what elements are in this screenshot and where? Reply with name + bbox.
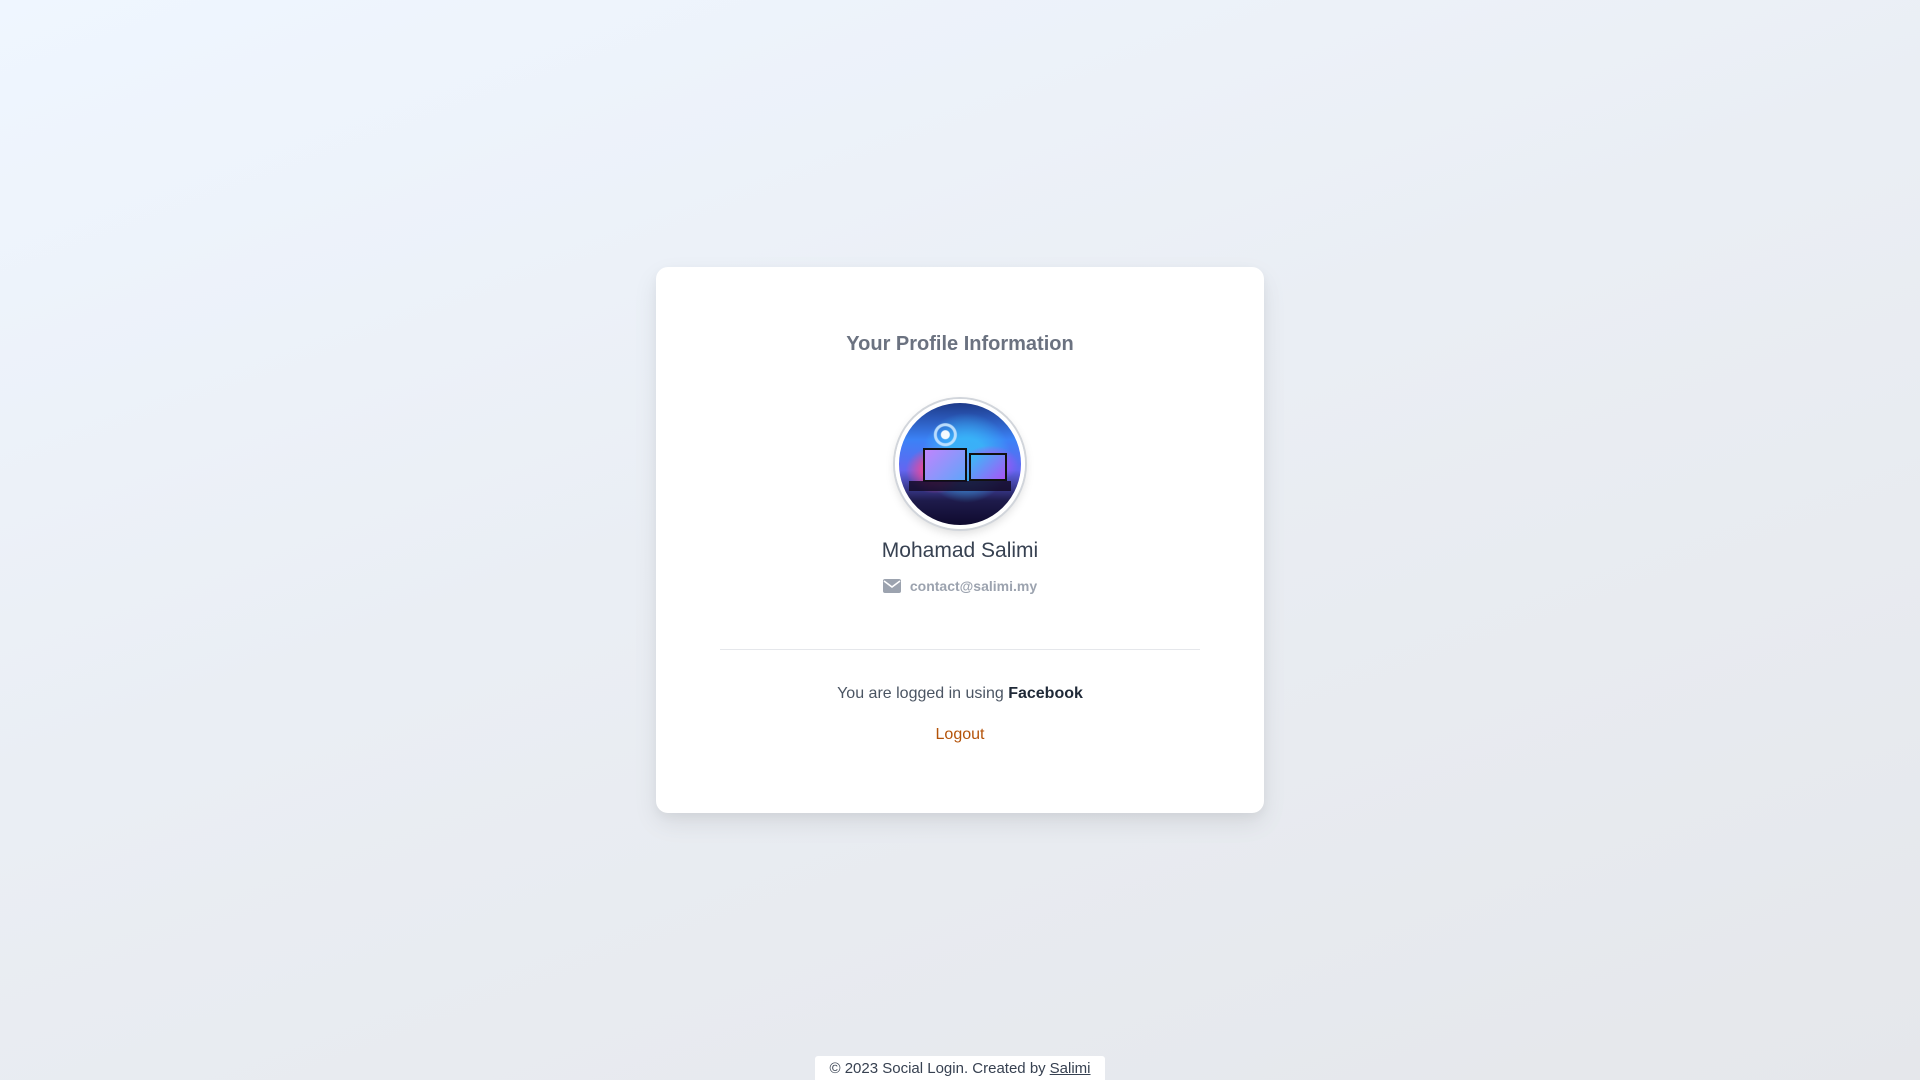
login-provider-text: You are logged in using Facebook: [656, 685, 1264, 703]
divider: [720, 649, 1200, 650]
profile-email: contact@salimi.my: [909, 578, 1038, 594]
avatar-desk: [909, 481, 1011, 491]
login-provider-prefix: You are logged in using: [837, 685, 1004, 702]
envelope-icon: [882, 579, 901, 593]
login-provider-name: Facebook: [1008, 685, 1083, 702]
page-title: Your Profile Information: [846, 333, 1074, 355]
profile-card: Your Profile Information Mohamad Salimi …: [656, 267, 1264, 813]
profile-name: Mohamad Salimi: [881, 539, 1039, 562]
avatar: [895, 399, 1025, 529]
footer-text: © 2023 Social Login. Created by: [829, 1059, 1046, 1077]
footer: © 2023 Social Login. Created by Salimi: [815, 1056, 1105, 1080]
avatar-monitor-right: [969, 453, 1007, 481]
footer-author-link[interactable]: Salimi: [1050, 1060, 1091, 1077]
logout-link[interactable]: Logout: [656, 726, 1264, 744]
avatar-monitor-left: [923, 448, 967, 482]
email-row: contact@salimi.my: [656, 578, 1264, 594]
